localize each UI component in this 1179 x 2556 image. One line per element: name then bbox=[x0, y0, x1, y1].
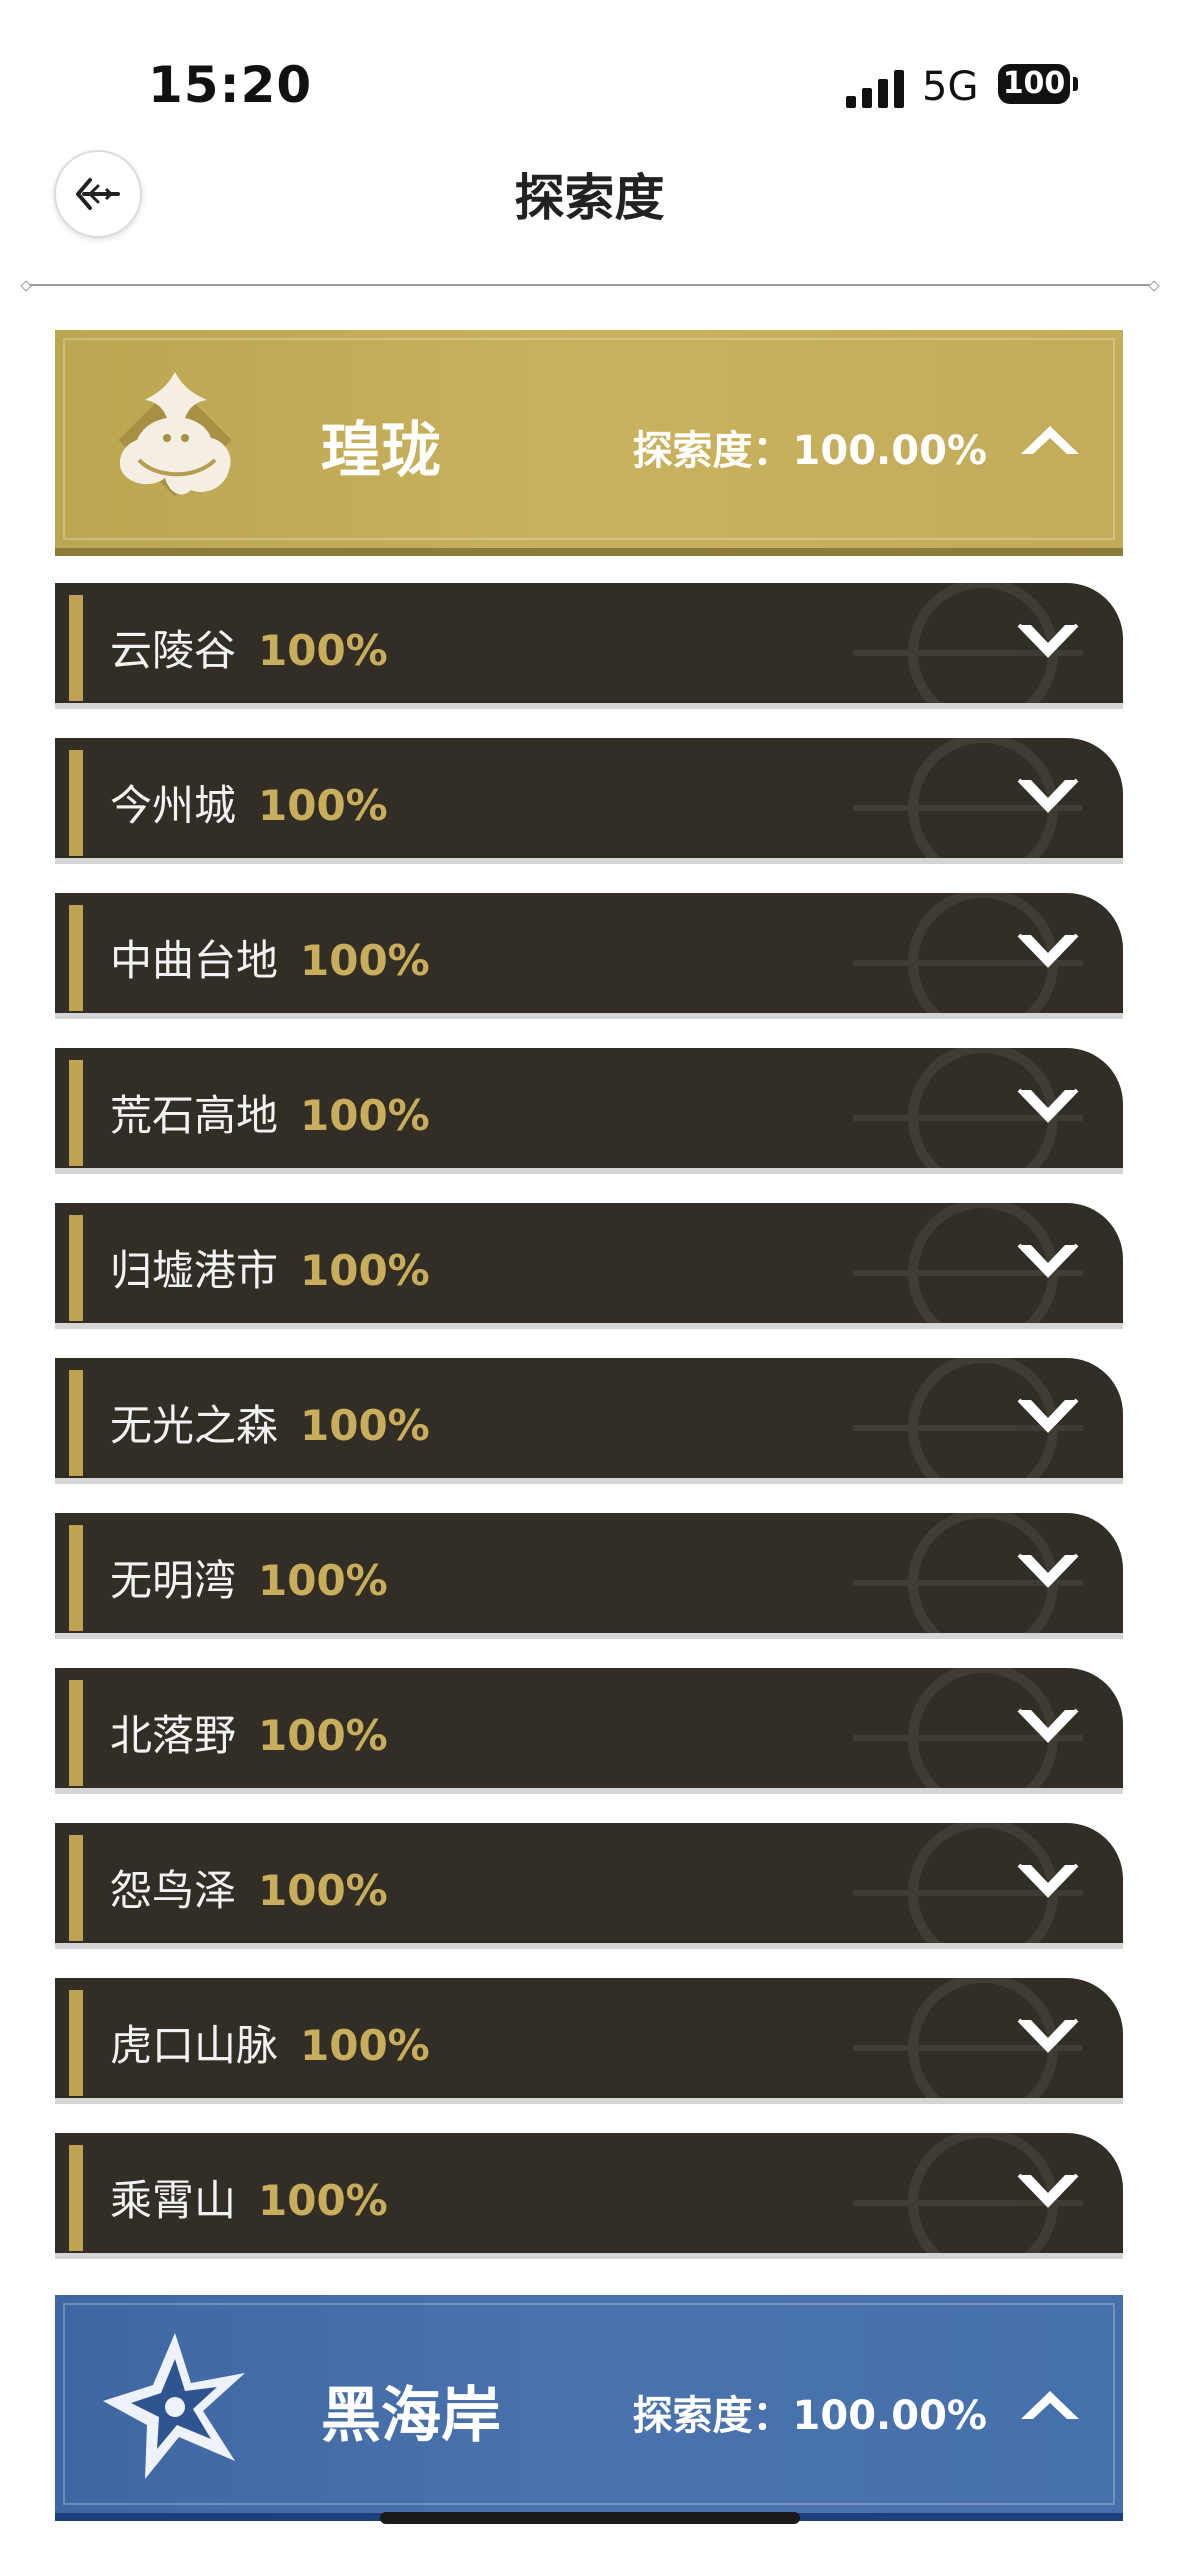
region-header-heihaian[interactable]: 黑海岸 探索度：100.00% bbox=[55, 2295, 1123, 2521]
area-percent: 100% bbox=[258, 1866, 388, 1915]
area-label: 中曲台地 100% bbox=[110, 927, 430, 988]
area-label: 归墟港市 100% bbox=[110, 1237, 430, 1298]
chevron-down-icon bbox=[1017, 1243, 1079, 1278]
chevron-down-icon bbox=[1017, 1553, 1079, 1588]
accent-bar bbox=[69, 1525, 83, 1631]
area-percent: 100% bbox=[258, 626, 388, 675]
area-name: 无光之森 bbox=[110, 1401, 279, 1450]
chevron-down-icon bbox=[1017, 623, 1079, 658]
area-percent: 100% bbox=[258, 1556, 388, 1605]
area-name: 今州城 bbox=[110, 781, 237, 830]
chevron-down-icon bbox=[1017, 1398, 1079, 1433]
chevron-down-icon bbox=[1017, 1863, 1079, 1898]
header-divider bbox=[20, 280, 1160, 292]
area-row-chengxiaoshan[interactable]: 乘霄山 100% bbox=[55, 2133, 1123, 2259]
area-label: 乘霄山 100% bbox=[110, 2167, 388, 2228]
area-row-yuanniaoze[interactable]: 怨鸟泽 100% bbox=[55, 1823, 1123, 1949]
area-percent: 100% bbox=[258, 1711, 388, 1760]
area-label: 云陵谷 100% bbox=[110, 617, 388, 678]
area-label: 荒石高地 100% bbox=[110, 1082, 430, 1143]
area-row-zhongqutaidi[interactable]: 中曲台地 100% bbox=[55, 893, 1123, 1019]
area-percent: 100% bbox=[300, 1246, 430, 1295]
accent-bar bbox=[69, 595, 83, 701]
region-progress: 探索度：100.00% bbox=[632, 428, 987, 474]
area-row-yunlinggu[interactable]: 云陵谷 100% bbox=[55, 583, 1123, 709]
area-label: 北落野 100% bbox=[110, 1702, 388, 1763]
chevron-down-icon bbox=[1017, 778, 1079, 813]
area-name: 北落野 bbox=[110, 1711, 237, 1760]
area-percent: 100% bbox=[300, 2021, 430, 2070]
accent-bar bbox=[69, 2145, 83, 2251]
nav-bar: 探索度 bbox=[0, 130, 1179, 280]
area-name: 中曲台地 bbox=[110, 936, 279, 985]
area-name: 荒石高地 bbox=[110, 1091, 279, 1140]
accent-bar bbox=[69, 750, 83, 856]
chevron-down-icon bbox=[1017, 1708, 1079, 1743]
page-title: 探索度 bbox=[514, 169, 665, 227]
area-name: 怨鸟泽 bbox=[110, 1866, 237, 1915]
area-row-jinzhoucheng[interactable]: 今州城 100% bbox=[55, 738, 1123, 864]
area-row-beiluoye[interactable]: 北落野 100% bbox=[55, 1668, 1123, 1794]
accent-bar bbox=[69, 1990, 83, 2096]
accent-bar bbox=[69, 1680, 83, 1786]
star-emblem-icon bbox=[103, 2333, 245, 2479]
area-label: 虎口山脉 100% bbox=[110, 2012, 430, 2073]
area-name: 虎口山脉 bbox=[110, 2021, 279, 2070]
region-name: 瑝珑 bbox=[321, 416, 441, 486]
chevron-up-icon bbox=[1021, 426, 1079, 454]
chevron-down-icon bbox=[1017, 2018, 1079, 2053]
network-type: 5G bbox=[922, 64, 979, 110]
dragon-emblem-icon bbox=[118, 372, 232, 497]
chevron-down-icon bbox=[1017, 933, 1079, 968]
area-percent: 100% bbox=[258, 781, 388, 830]
area-row-huangshigaodi[interactable]: 荒石高地 100% bbox=[55, 1048, 1123, 1174]
accent-bar bbox=[69, 1835, 83, 1941]
accent-bar bbox=[69, 1215, 83, 1321]
accent-bar bbox=[69, 1370, 83, 1476]
area-percent: 100% bbox=[300, 1091, 430, 1140]
area-percent: 100% bbox=[258, 2176, 388, 2225]
area-label: 无光之森 100% bbox=[110, 1392, 430, 1453]
region-progress: 探索度：100.00% bbox=[632, 2393, 987, 2439]
area-name: 归墟港市 bbox=[110, 1246, 279, 1295]
battery-icon: 100 bbox=[998, 64, 1070, 104]
area-name: 乘霄山 bbox=[110, 2176, 237, 2225]
area-row-wumingwan[interactable]: 无明湾 100% bbox=[55, 1513, 1123, 1639]
region-header-huanglong[interactable]: 瑝珑 探索度：100.00% bbox=[55, 330, 1123, 556]
home-indicator[interactable] bbox=[380, 2512, 800, 2524]
area-row-wuguangzhisen[interactable]: 无光之森 100% bbox=[55, 1358, 1123, 1484]
area-name: 云陵谷 bbox=[110, 626, 237, 675]
chevron-down-icon bbox=[1017, 1088, 1079, 1123]
chevron-down-icon bbox=[1017, 2173, 1079, 2208]
area-percent: 100% bbox=[300, 936, 430, 985]
area-percent: 100% bbox=[300, 1401, 430, 1450]
area-row-guixugangshi[interactable]: 归墟港市 100% bbox=[55, 1203, 1123, 1329]
status-bar: 15:20 5G 100 bbox=[0, 0, 1179, 130]
area-name: 无明湾 bbox=[110, 1556, 237, 1605]
area-label: 无明湾 100% bbox=[110, 1547, 388, 1608]
region-name: 黑海岸 bbox=[321, 2381, 501, 2451]
accent-bar bbox=[69, 1060, 83, 1166]
signal-icon bbox=[846, 68, 906, 108]
status-time: 15:20 bbox=[148, 56, 313, 114]
accent-bar bbox=[69, 905, 83, 1011]
area-label: 今州城 100% bbox=[110, 772, 388, 833]
chevron-up-icon bbox=[1021, 2391, 1079, 2419]
area-row-hukoushanmai[interactable]: 虎口山脉 100% bbox=[55, 1978, 1123, 2104]
battery-tip bbox=[1073, 77, 1078, 91]
area-label: 怨鸟泽 100% bbox=[110, 1857, 388, 1918]
